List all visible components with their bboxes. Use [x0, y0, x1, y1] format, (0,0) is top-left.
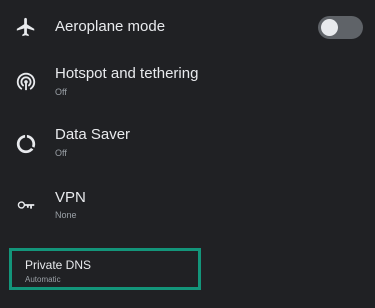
setting-title: Aeroplane mode: [55, 18, 166, 35]
airplane-icon: [12, 13, 40, 41]
setting-row-vpn[interactable]: VPN None: [0, 180, 375, 235]
hotspot-icon: [12, 67, 40, 95]
setting-row-airplane-mode[interactable]: Aeroplane mode: [0, 0, 375, 55]
setting-subtitle: Automatic: [25, 275, 61, 284]
setting-subtitle: None: [55, 210, 77, 220]
data-saver-icon: [12, 130, 40, 158]
toggle-knob: [321, 19, 338, 36]
setting-row-data-saver[interactable]: Data Saver Off: [0, 118, 375, 173]
setting-subtitle: Off: [55, 148, 67, 158]
vpn-key-icon: [12, 191, 40, 219]
setting-row-private-dns[interactable]: Private DNS Automatic: [9, 248, 201, 290]
setting-title: Hotspot and tethering: [55, 65, 199, 82]
setting-subtitle: Off: [55, 87, 67, 97]
airplane-mode-toggle[interactable]: [318, 16, 363, 39]
setting-title: VPN: [55, 189, 86, 206]
network-settings-screen: Aeroplane mode Hotspot and tethering Off…: [0, 0, 375, 308]
setting-title: Private DNS: [25, 258, 92, 272]
setting-row-hotspot[interactable]: Hotspot and tethering Off: [0, 55, 375, 110]
setting-title: Data Saver: [55, 126, 131, 143]
